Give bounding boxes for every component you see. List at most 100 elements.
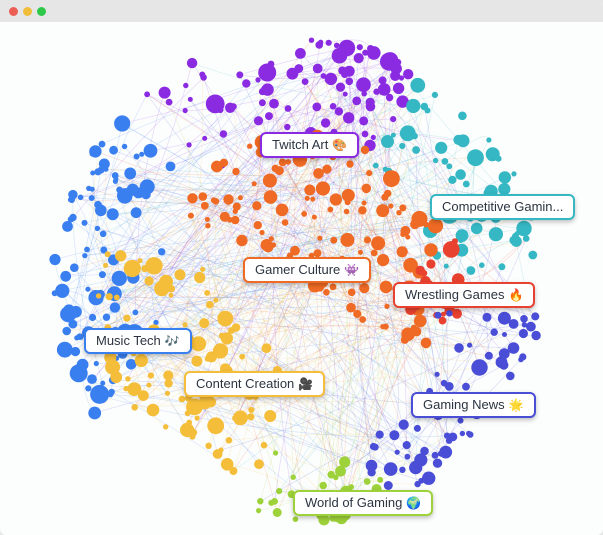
graph-node-twitch-art[interactable] <box>217 106 224 114</box>
graph-node-gaming-news[interactable] <box>422 471 436 485</box>
graph-node-music-tech[interactable] <box>85 286 91 292</box>
graph-node-gamer-culture[interactable] <box>399 204 407 212</box>
graph-node-gaming-news[interactable] <box>414 453 428 467</box>
graph-node-gamer-culture[interactable] <box>359 283 370 294</box>
graph-node-twitch-art[interactable] <box>343 43 351 51</box>
graph-node-gamer-culture[interactable] <box>371 236 386 251</box>
graph-node-content-creation[interactable] <box>207 417 225 435</box>
graph-node-competitive-gaming[interactable] <box>455 169 466 180</box>
graph-node-twitch-art[interactable] <box>261 85 267 91</box>
graph-node-content-creation[interactable] <box>113 294 120 301</box>
graph-node-content-creation[interactable] <box>225 437 233 444</box>
cluster-label-gaming-news[interactable]: Gaming News 🌟 <box>411 392 536 418</box>
graph-node-content-creation[interactable] <box>248 407 255 413</box>
graph-node-content-creation[interactable] <box>260 441 268 449</box>
graph-node-twitch-art[interactable] <box>378 76 387 85</box>
graph-node-content-creation[interactable] <box>220 458 234 471</box>
graph-node-gamer-culture[interactable] <box>329 193 342 206</box>
graph-node-world-of-gaming[interactable] <box>333 516 340 523</box>
graph-node-gamer-culture[interactable] <box>344 199 351 206</box>
graph-node-competitive-gaming[interactable] <box>435 141 448 154</box>
graph-node-gamer-culture[interactable] <box>400 335 409 344</box>
graph-node-music-tech[interactable] <box>56 341 73 358</box>
graph-node-content-creation[interactable] <box>212 343 229 359</box>
graph-node-competitive-gaming[interactable] <box>470 222 483 235</box>
graph-node-music-tech[interactable] <box>89 145 102 158</box>
graph-node-content-creation[interactable] <box>239 353 246 360</box>
graph-node-music-tech[interactable] <box>60 270 72 282</box>
graph-node-gamer-culture[interactable] <box>275 203 289 217</box>
graph-node-gamer-culture[interactable] <box>396 210 402 216</box>
graph-node-music-tech[interactable] <box>133 153 140 160</box>
graph-node-twitch-art[interactable] <box>324 72 338 86</box>
graph-node-twitch-art[interactable] <box>312 102 322 112</box>
graph-node-gamer-culture[interactable] <box>353 309 362 318</box>
graph-node-twitch-art[interactable] <box>334 107 344 116</box>
graph-node-gamer-culture[interactable] <box>358 206 367 215</box>
graph-node-music-tech[interactable] <box>82 253 88 259</box>
graph-node-twitch-art[interactable] <box>219 130 228 138</box>
graph-node-gaming-news[interactable] <box>484 351 493 360</box>
graph-node-gamer-culture[interactable] <box>311 214 317 220</box>
graph-node-music-tech[interactable] <box>81 219 88 226</box>
graph-node-gaming-news[interactable] <box>398 419 409 430</box>
maximize-window-button[interactable] <box>37 7 46 16</box>
graph-node-gamer-culture[interactable] <box>400 225 411 236</box>
graph-node-gaming-news[interactable] <box>434 311 442 319</box>
graph-node-content-creation[interactable] <box>105 359 121 375</box>
graph-node-music-tech[interactable] <box>153 319 159 326</box>
cluster-label-wrestling-games[interactable]: Wrestling Games 🔥 <box>393 282 536 308</box>
graph-node-gaming-news[interactable] <box>402 441 411 450</box>
graph-node-competitive-gaming[interactable] <box>432 157 439 164</box>
graph-node-gamer-culture[interactable] <box>219 158 229 167</box>
graph-node-gamer-culture[interactable] <box>204 217 210 222</box>
graph-node-twitch-art[interactable] <box>329 103 337 110</box>
graph-node-music-tech[interactable] <box>86 185 92 192</box>
graph-node-world-of-gaming[interactable] <box>339 456 351 468</box>
graph-node-music-tech[interactable] <box>62 221 73 232</box>
graph-node-twitch-art[interactable] <box>301 78 309 85</box>
graph-node-gaming-news[interactable] <box>365 459 378 472</box>
graph-node-twitch-art[interactable] <box>200 74 207 81</box>
graph-node-music-tech[interactable] <box>98 140 106 148</box>
graph-node-gamer-culture[interactable] <box>358 249 363 255</box>
graph-node-content-creation[interactable] <box>261 343 272 354</box>
graph-node-music-tech[interactable] <box>89 313 97 322</box>
graph-node-content-creation[interactable] <box>137 258 143 264</box>
graph-node-content-creation[interactable] <box>125 376 131 382</box>
graph-node-competitive-gaming[interactable] <box>372 162 379 169</box>
graph-node-competitive-gaming[interactable] <box>431 91 438 98</box>
graph-node-music-tech[interactable] <box>70 305 82 318</box>
graph-node-competitive-gaming[interactable] <box>511 171 517 177</box>
graph-node-gaming-news[interactable] <box>439 445 453 459</box>
graph-node-gamer-culture[interactable] <box>413 314 427 328</box>
graph-node-gamer-culture[interactable] <box>252 201 262 211</box>
graph-node-gamer-culture[interactable] <box>263 190 278 204</box>
graph-node-music-tech[interactable] <box>55 283 70 298</box>
graph-node-music-tech[interactable] <box>108 388 115 396</box>
graph-node-gamer-culture[interactable] <box>411 326 422 337</box>
graph-node-twitch-art[interactable] <box>165 98 173 106</box>
graph-node-gamer-culture[interactable] <box>236 234 248 247</box>
graph-node-gaming-news[interactable] <box>526 321 536 332</box>
graph-node-content-creation[interactable] <box>95 293 102 299</box>
graph-node-music-tech[interactable] <box>100 380 106 386</box>
graph-node-content-creation[interactable] <box>163 424 169 430</box>
graph-node-twitch-art[interactable] <box>236 71 244 79</box>
graph-node-music-tech[interactable] <box>93 360 99 367</box>
graph-node-gamer-culture[interactable] <box>411 210 428 227</box>
graph-node-competitive-gaming[interactable] <box>466 266 476 275</box>
graph-node-gamer-culture[interactable] <box>340 232 355 247</box>
graph-node-competitive-gaming[interactable] <box>406 98 421 114</box>
graph-node-competitive-gaming[interactable] <box>509 235 519 245</box>
graph-node-competitive-gaming[interactable] <box>486 137 492 143</box>
graph-node-world-of-gaming[interactable] <box>363 478 371 485</box>
graph-node-gamer-culture[interactable] <box>198 192 208 201</box>
graph-node-content-creation[interactable] <box>247 413 255 421</box>
graph-node-twitch-art[interactable] <box>242 79 251 88</box>
graph-node-content-creation[interactable] <box>147 372 154 379</box>
graph-node-music-tech[interactable] <box>111 270 127 286</box>
graph-node-gaming-news[interactable] <box>399 466 406 473</box>
graph-node-competitive-gaming[interactable] <box>412 146 420 154</box>
graph-node-twitch-art[interactable] <box>158 86 171 99</box>
